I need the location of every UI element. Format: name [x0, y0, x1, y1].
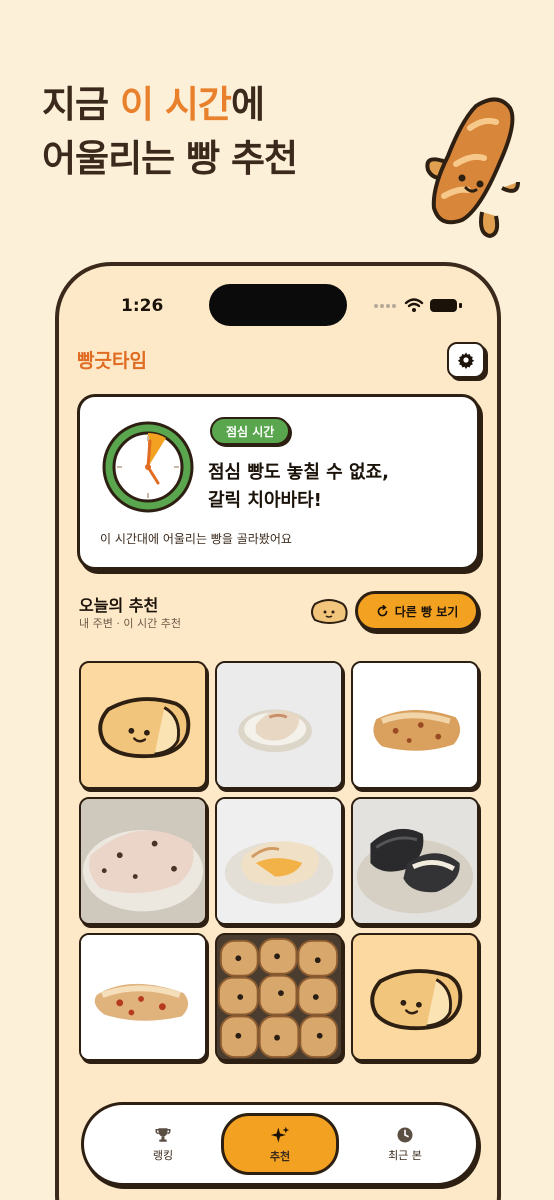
bread-tile[interactable] — [79, 797, 207, 925]
bread-placeholder-icon — [370, 969, 463, 1031]
recommendation-title: 점심 빵도 놓칠 수 없죠, 갈릭 치아바타! — [208, 459, 478, 515]
bread-character-icon — [311, 599, 348, 624]
status-time: 1:26 — [121, 296, 164, 316]
bread-tile[interactable] — [351, 797, 479, 925]
bread-tile[interactable] — [215, 933, 343, 1061]
status-bar: 1:26 — [59, 266, 497, 336]
tab-recommend[interactable]: 추천 — [221, 1113, 339, 1175]
tab-recommend-label: 추천 — [269, 1149, 291, 1163]
tab-recent[interactable]: 최근 본 — [346, 1113, 464, 1175]
time-badge: 점심 시간 — [210, 417, 291, 445]
status-icons — [374, 298, 462, 312]
section-subtitle: 내 주변 · 이 시간 추천 — [79, 617, 181, 630]
bread-tile[interactable] — [215, 797, 343, 925]
refresh-icon — [377, 604, 388, 616]
headline-text-post: 에 — [230, 83, 265, 126]
headline-line-1: 지금 이 시간에 — [42, 78, 297, 132]
tab-ranking[interactable]: 랭킹 — [104, 1113, 222, 1175]
bread-photo — [353, 799, 477, 923]
bottom-tab-bar: 랭킹 추천 최근 본 — [81, 1102, 479, 1186]
bread-photo — [217, 799, 341, 923]
dynamic-island — [209, 284, 347, 326]
tab-recent-label: 최근 본 — [388, 1148, 422, 1162]
bread-photo — [81, 935, 205, 1059]
bread-placeholder-icon — [98, 697, 191, 759]
refresh-button[interactable]: 다른 빵 보기 — [355, 591, 479, 631]
sparkle-icon — [270, 1126, 290, 1142]
recommendation-description: 이 시간대에 어울리는 빵을 골라봤어요 — [100, 532, 292, 546]
phone-frame: 1:26 빵긋타임 점심 시간 점심 빵도 놓칠 수 없죠, 갈릭 치아바타! … — [55, 262, 501, 1200]
headline-text-pre: 지금 — [42, 83, 120, 126]
page-headline: 지금 이 시간에 어울리는 빵 추천 — [42, 78, 298, 186]
wifi-icon — [404, 298, 424, 308]
headline-accent: 이 시간 — [119, 83, 232, 126]
section-title: 오늘의 추천 — [79, 596, 159, 615]
bread-tile-placeholder[interactable] — [79, 661, 207, 789]
bread-tile[interactable] — [351, 661, 479, 789]
refresh-label: 다른 빵 보기 — [394, 604, 459, 619]
tab-ranking-label: 랭킹 — [152, 1148, 174, 1162]
bread-tile[interactable] — [79, 933, 207, 1061]
headline-line-2: 어울리는 빵 추천 — [42, 137, 298, 180]
gear-icon — [457, 352, 475, 369]
bread-grid — [79, 661, 479, 1061]
app-title: 빵긋타임 — [77, 350, 147, 372]
bread-photo — [81, 799, 205, 923]
bread-photo — [353, 663, 477, 787]
recommendation-card: 점심 시간 점심 빵도 놓칠 수 없죠, 갈릭 치아바타! 이 시간대에 어울리… — [77, 394, 480, 570]
battery-icon — [430, 299, 462, 312]
recommendation-title-line-1: 점심 빵도 놓칠 수 없죠, — [208, 462, 389, 483]
bread-photo — [217, 935, 341, 1059]
bread-photo — [217, 663, 341, 787]
settings-button[interactable] — [447, 342, 485, 378]
bread-mascot-icon — [425, 97, 520, 239]
clock-icon — [102, 421, 194, 513]
clock-icon — [397, 1127, 413, 1142]
bread-tile-placeholder[interactable] — [351, 933, 479, 1061]
trophy-icon — [155, 1127, 171, 1142]
recommendation-title-line-2: 갈릭 치아바타! — [208, 490, 322, 511]
bread-tile[interactable] — [215, 661, 343, 789]
signal-icon — [374, 304, 396, 308]
